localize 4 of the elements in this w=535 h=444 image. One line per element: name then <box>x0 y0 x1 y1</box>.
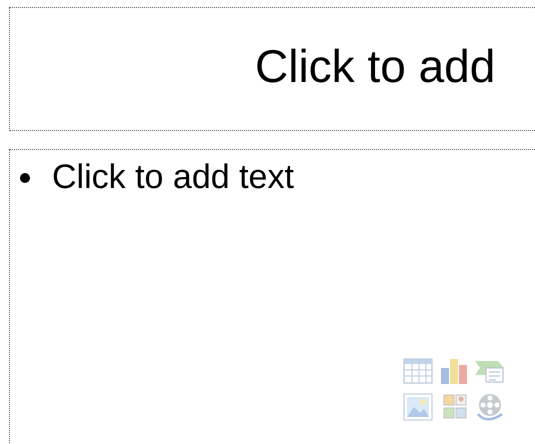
bullet-text: Click to add text <box>52 158 294 197</box>
title-text: Click to add <box>255 39 496 93</box>
title-placeholder[interactable]: Click to add <box>9 7 535 131</box>
content-placeholder[interactable]: Click to add text <box>9 149 535 444</box>
